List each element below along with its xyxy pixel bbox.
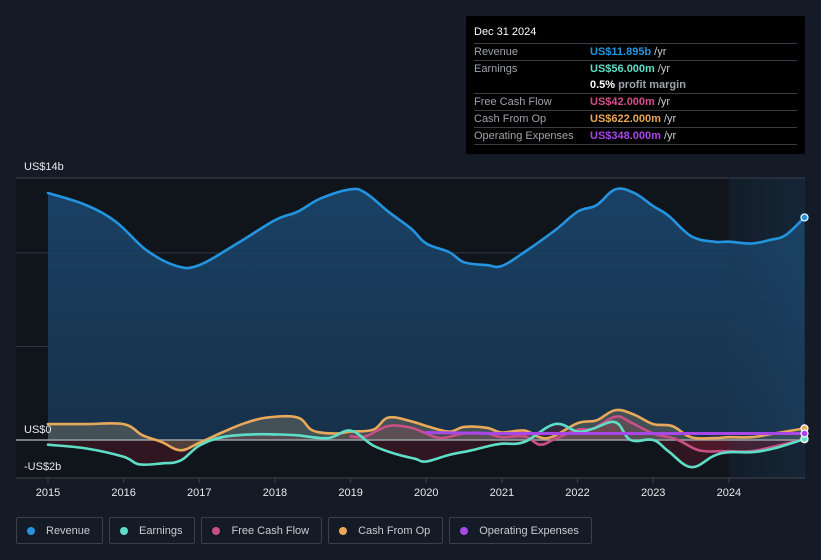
y-tick-label: US$0: [24, 424, 52, 436]
x-tick-label: 2023: [641, 487, 665, 499]
x-tick-label: 2019: [338, 487, 362, 499]
tooltip-row-profit-margin: 0.5% profit margin: [474, 77, 797, 94]
legend-label: Operating Expenses: [479, 524, 579, 537]
tooltip-row-operating-expenses: Operating Expenses US$348.000m /yr: [474, 128, 797, 145]
legend-item-operating-expenses[interactable]: Operating Expenses: [449, 517, 592, 544]
x-tick-label: 2017: [187, 487, 211, 499]
legend-item-revenue[interactable]: Revenue: [16, 517, 104, 544]
tooltip-value: US$42.000m: [590, 96, 655, 108]
tooltip-unit: /yr: [663, 130, 677, 142]
tooltip-label: [474, 77, 590, 93]
tooltip-label: Earnings: [474, 63, 518, 75]
operating-expenses-line: [424, 431, 805, 436]
legend-item-earnings[interactable]: Earnings: [109, 517, 196, 544]
x-tick-label: 2021: [490, 487, 514, 499]
revenue-end-marker[interactable]: [800, 213, 809, 222]
tooltip-row-revenue: Revenue US$11.895b /yr: [474, 44, 797, 61]
x-tick-label: 2024: [717, 487, 741, 499]
revenue-dot-icon: [27, 526, 35, 535]
tooltip-unit: /yr: [663, 113, 677, 125]
tooltip-label: Operating Expenses: [474, 130, 574, 142]
x-tick-label: 2020: [414, 487, 438, 499]
tooltip-value: US$348.000m: [590, 130, 661, 142]
tooltip-unit: profit margin: [618, 79, 686, 91]
tooltip-unit: /yr: [657, 63, 671, 75]
tooltip-unit: /yr: [657, 96, 671, 108]
chart-legend: Revenue Earnings Free Cash Flow Cash Fro…: [16, 517, 592, 544]
operating-expenses-end-marker[interactable]: [800, 429, 809, 438]
tooltip-value: US$622.000m: [590, 113, 661, 125]
x-tick-label: 2022: [565, 487, 589, 499]
tooltip-panel: Dec 31 2024 Revenue US$11.895b /yr Earni…: [466, 16, 805, 154]
legend-item-free-cash-flow[interactable]: Free Cash Flow: [201, 517, 323, 544]
tooltip-value: US$11.895b: [590, 46, 652, 58]
legend-item-cash-from-op[interactable]: Cash From Op: [328, 517, 444, 544]
legend-label: Cash From Op: [358, 524, 431, 537]
tooltip-row-cash-from-op: Cash From Op US$622.000m /yr: [474, 111, 797, 128]
operating-expenses-dot-icon: [460, 526, 469, 535]
tooltip-value: US$56.000m: [590, 63, 655, 75]
tooltip-row-earnings: Earnings US$56.000m /yr: [474, 61, 797, 77]
profit-margin-value: 0.5%: [590, 79, 616, 91]
cash-from-op-dot-icon: [339, 526, 348, 535]
tooltip-label: Revenue: [474, 46, 519, 58]
x-tick-label: 2018: [263, 487, 287, 499]
earnings-dot-icon: [120, 526, 129, 535]
legend-label: Free Cash Flow: [231, 524, 310, 537]
x-tick-label: 2015: [36, 487, 60, 499]
y-tick-label: -US$2b: [24, 461, 61, 473]
tooltip-unit: /yr: [654, 46, 667, 58]
legend-label: Revenue: [46, 524, 91, 537]
legend-label: Earnings: [139, 524, 183, 537]
tooltip-label: Free Cash Flow: [474, 96, 552, 108]
tooltip-label: Cash From Op: [474, 113, 547, 125]
free-cash-flow-dot-icon: [212, 526, 221, 535]
tooltip-date: Dec 31 2024: [474, 24, 797, 44]
x-tick-label: 2016: [111, 487, 135, 499]
tooltip-row-free-cash-flow: Free Cash Flow US$42.000m /yr: [474, 94, 797, 111]
y-tick-label: US$14b: [24, 161, 64, 173]
